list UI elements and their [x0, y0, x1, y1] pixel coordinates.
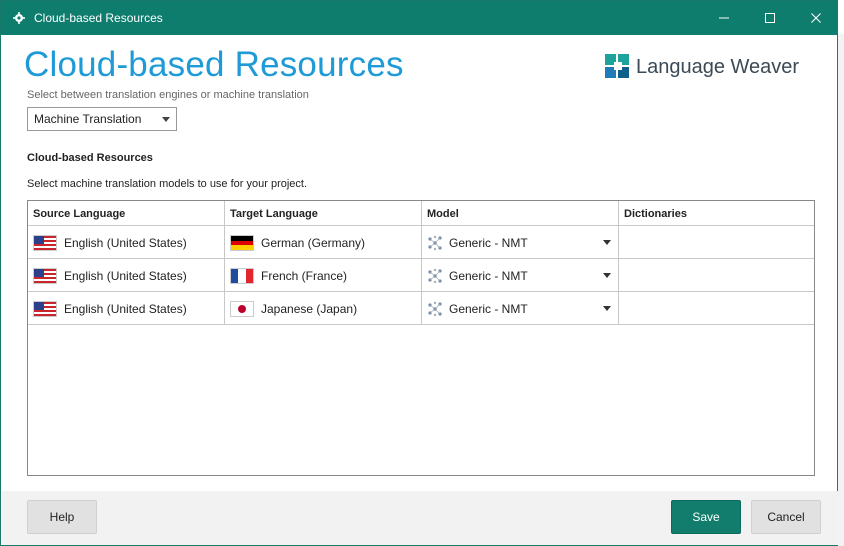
page-subtitle: Select between translation engines or ma…: [27, 89, 309, 101]
fr-flag-icon: [230, 267, 254, 284]
us-flag-icon: [33, 300, 57, 317]
mode-select-value: Machine Translation: [34, 112, 142, 126]
logo-text: Language Weaver: [636, 55, 800, 78]
mode-select[interactable]: Machine Translation: [27, 107, 177, 131]
model-value: Generic - NMT: [449, 268, 528, 283]
page-title: Cloud-based Resources: [24, 45, 404, 84]
neural-network-icon: [428, 268, 442, 283]
model-value: Generic - NMT: [449, 301, 528, 316]
de-flag-icon: [230, 234, 254, 251]
source-language-label: English (United States): [64, 235, 187, 250]
language-weaver-logo-icon: [605, 54, 629, 78]
target-language-label: Japanese (Japan): [261, 301, 358, 316]
section-description: Select machine translation models to use…: [27, 178, 308, 190]
us-flag-icon: [33, 234, 57, 251]
minimize-icon: [719, 17, 729, 19]
gear-icon: [13, 12, 25, 24]
chevron-down-icon: [603, 273, 611, 278]
help-button[interactable]: Help: [27, 500, 97, 534]
close-button[interactable]: [793, 1, 839, 35]
column-header-source-language[interactable]: Source Language: [28, 201, 224, 226]
window-title: Cloud-based Resources: [34, 11, 163, 25]
title-bar: Cloud-based Resources: [1, 1, 837, 35]
chevron-down-icon: [603, 240, 611, 245]
model-dropdown[interactable]: Generic - NMT: [427, 226, 619, 259]
maximize-button[interactable]: [747, 1, 793, 35]
target-language-cell: Japanese (Japan): [230, 292, 357, 325]
source-language-cell: English (United States): [33, 226, 187, 259]
maximize-icon: [765, 13, 775, 23]
dialog-window: Cloud-based Resources Cloud-based Resour…: [0, 0, 838, 546]
source-language-cell: English (United States): [33, 259, 187, 292]
language-weaver-logo: Language Weaver: [605, 54, 799, 80]
save-button[interactable]: Save: [671, 500, 741, 534]
column-header-model[interactable]: Model: [422, 201, 618, 226]
minimize-button[interactable]: [701, 1, 747, 35]
chevron-down-icon: [603, 306, 611, 311]
source-language-label: English (United States): [64, 301, 187, 316]
column-header-dictionaries[interactable]: Dictionaries: [619, 201, 815, 226]
source-language-cell: English (United States): [33, 292, 187, 325]
target-language-label: French (France): [261, 268, 348, 283]
column-divider: [618, 201, 619, 325]
us-flag-icon: [33, 267, 57, 284]
close-icon: [811, 13, 821, 23]
chevron-down-icon: [162, 117, 170, 122]
model-value: Generic - NMT: [449, 235, 528, 250]
column-divider: [421, 201, 422, 325]
dialog-footer: Help Save Cancel: [2, 491, 838, 545]
cancel-button[interactable]: Cancel: [751, 500, 821, 534]
target-language-cell: German (Germany): [230, 226, 365, 259]
jp-flag-icon: [230, 300, 254, 317]
neural-network-icon: [428, 301, 442, 316]
source-language-label: English (United States): [64, 268, 187, 283]
column-header-target-language[interactable]: Target Language: [225, 201, 421, 226]
target-language-label: German (Germany): [261, 235, 366, 250]
resources-grid: Source Language Target Language Model Di…: [27, 200, 815, 476]
target-language-cell: French (France): [230, 259, 347, 292]
section-title: Cloud-based Resources: [27, 152, 153, 164]
model-dropdown[interactable]: Generic - NMT: [427, 259, 619, 292]
neural-network-icon: [428, 235, 442, 250]
column-divider: [224, 201, 225, 325]
model-dropdown[interactable]: Generic - NMT: [427, 292, 619, 325]
